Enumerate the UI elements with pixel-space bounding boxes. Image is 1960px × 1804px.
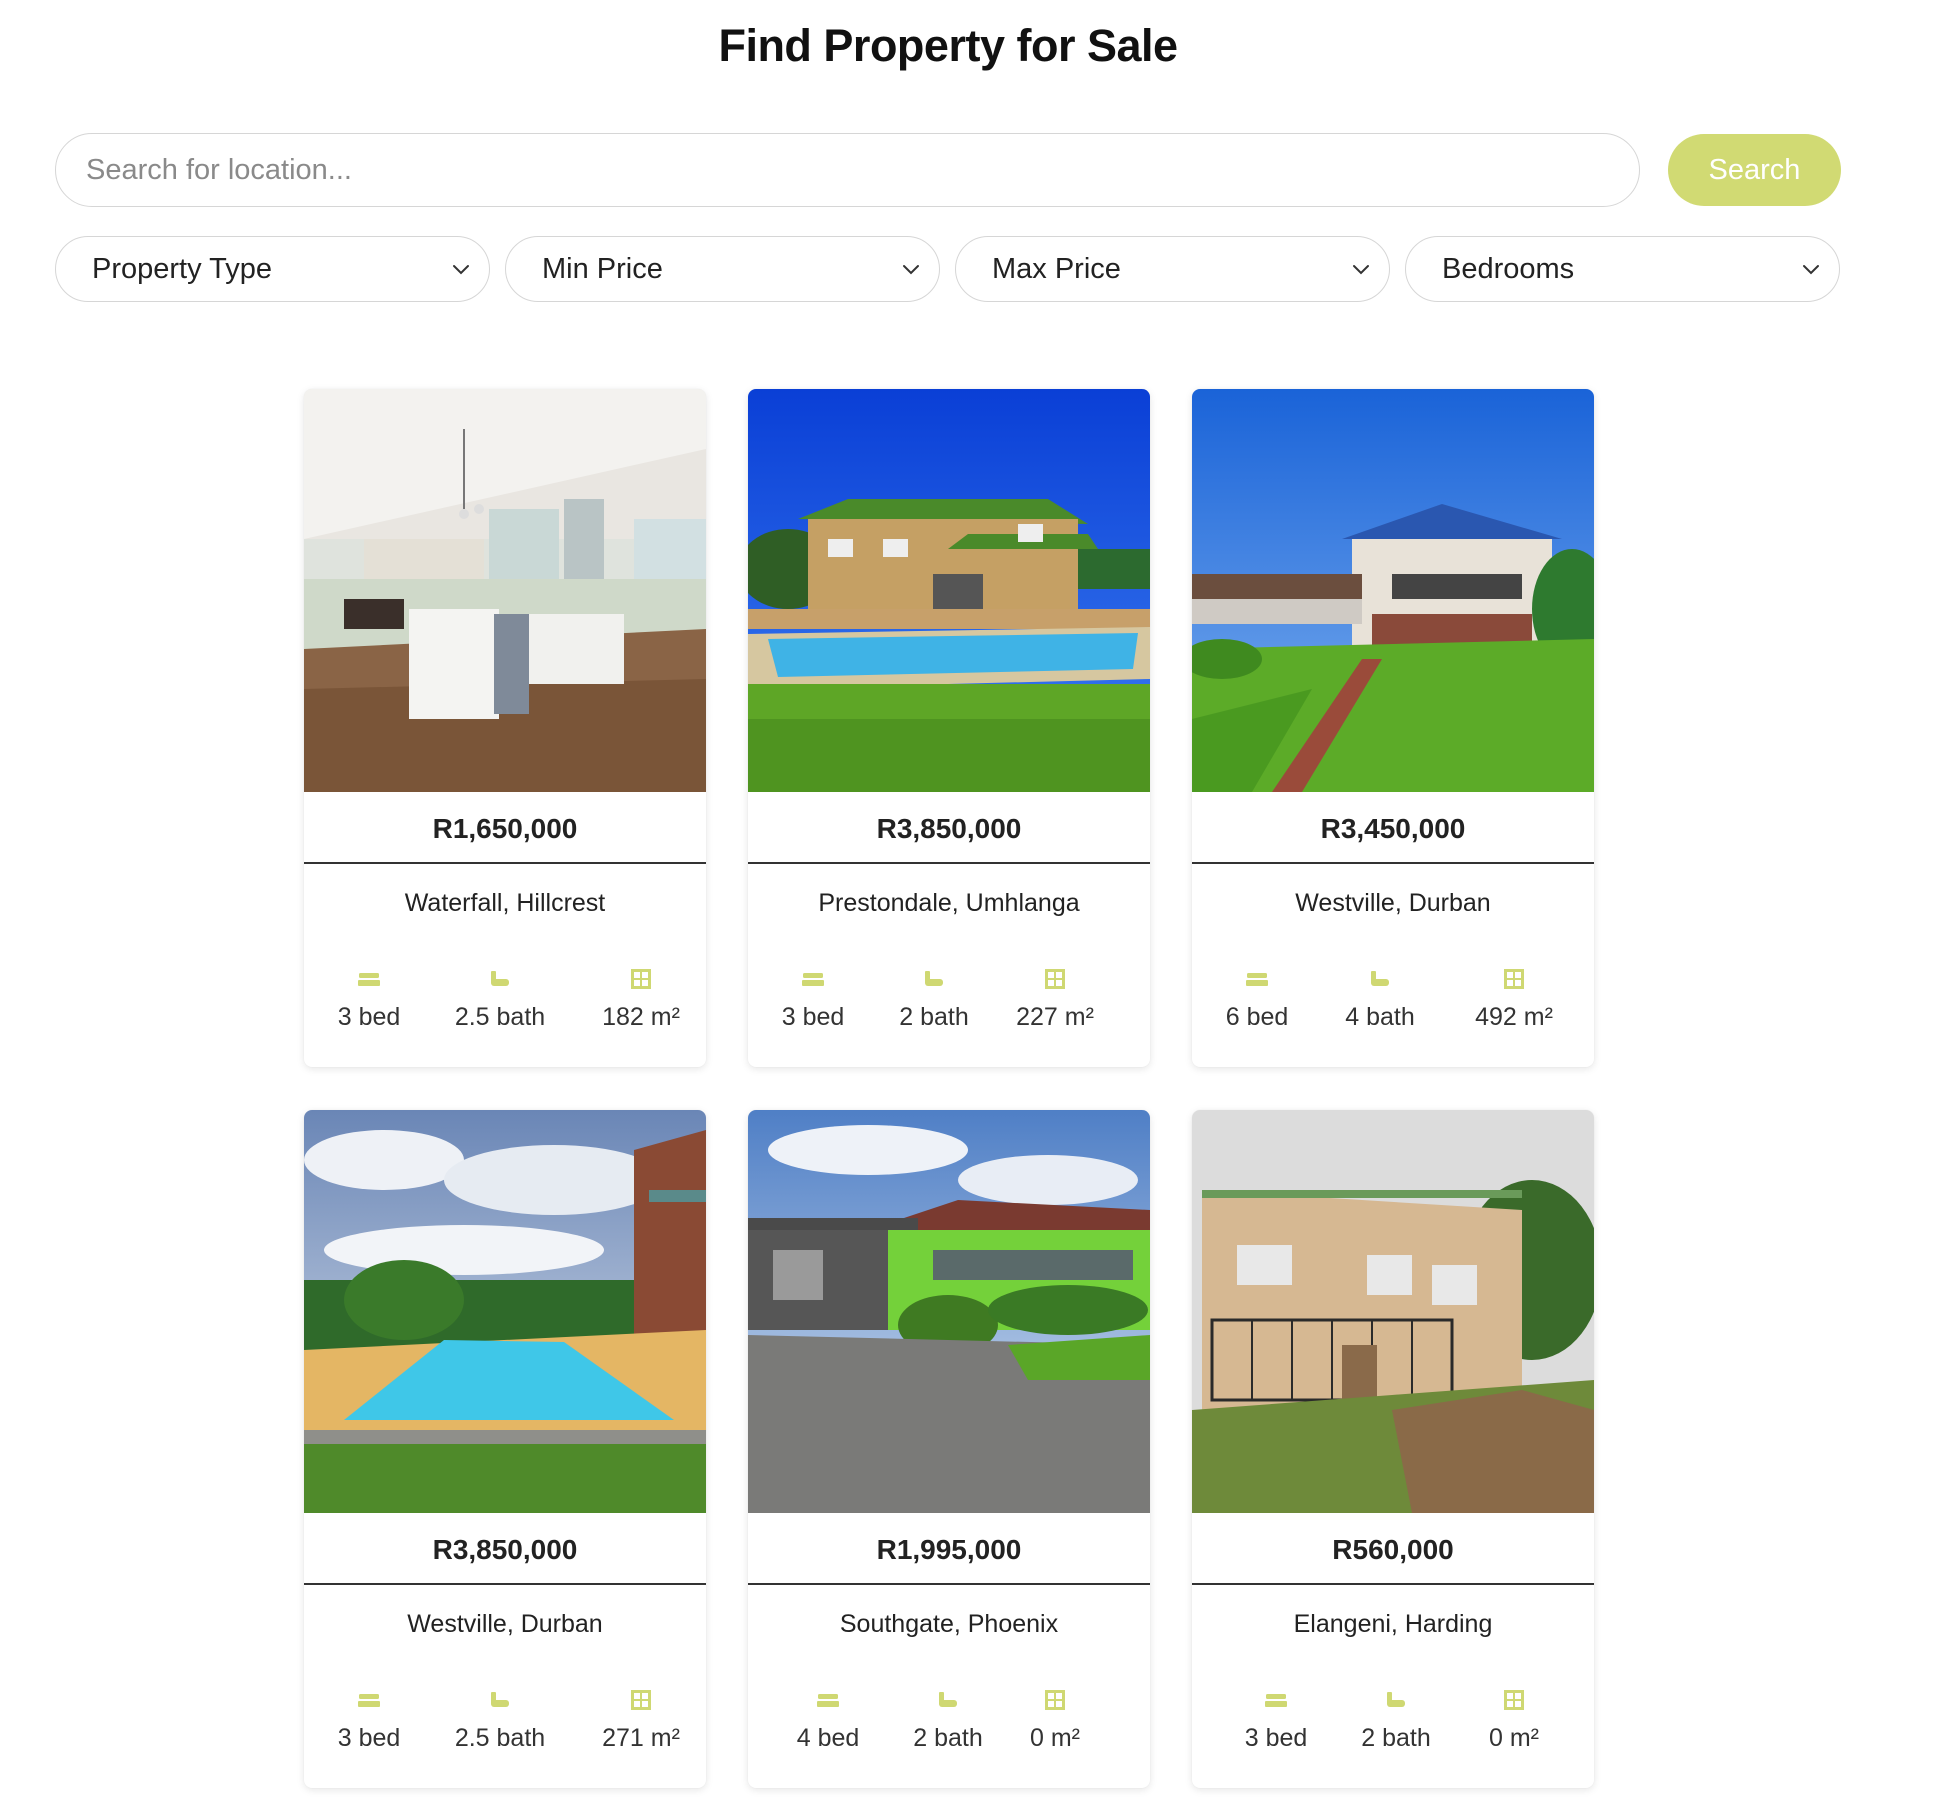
bed-count: 6 bed — [1192, 967, 1322, 1032]
bed-count-label: 3 bed — [337, 1003, 401, 1031]
bath-count: 2.5 bath — [435, 1688, 565, 1753]
listing-price: R3,450,000 — [1192, 792, 1594, 864]
floor-size-label: 271 m² — [602, 1724, 680, 1752]
search-bar: Search — [55, 133, 1841, 207]
floor-size: 0 m² — [1449, 1688, 1579, 1753]
listing-price: R560,000 — [1192, 1513, 1594, 1585]
bathtub-icon — [1371, 971, 1389, 986]
property-card[interactable]: R1,650,000 Waterfall, Hillcrest 3 bed 2.… — [304, 389, 706, 1067]
floor-size-label: 0 m² — [1030, 1724, 1080, 1752]
property-type-select[interactable]: Property Type — [55, 236, 490, 302]
bed-count: 4 bed — [763, 1688, 893, 1753]
listing-location: Elangeni, Harding — [1293, 1610, 1493, 1638]
bed-icon — [817, 1694, 839, 1707]
bathtub-icon — [925, 971, 943, 986]
bed-count: 3 bed — [1211, 1688, 1341, 1753]
min-price-select[interactable]: Min Price — [505, 236, 940, 302]
a-frame-house-photo[interactable] — [1192, 389, 1594, 792]
search-input[interactable] — [55, 133, 1640, 207]
page-title: Find Property for Sale — [718, 20, 1178, 71]
bathtub-icon — [939, 1692, 957, 1707]
bed-count: 3 bed — [304, 1688, 434, 1753]
property-card[interactable]: R3,850,000 Prestondale, Umhlanga 3 bed 2… — [748, 389, 1150, 1067]
bed-count-label: 4 bed — [796, 1724, 860, 1752]
floor-size: 0 m² — [990, 1688, 1120, 1753]
floor-size: 182 m² — [576, 967, 706, 1032]
bath-count: 2.5 bath — [435, 967, 565, 1032]
bed-count: 3 bed — [304, 967, 434, 1032]
bed-icon — [1265, 1694, 1287, 1707]
floor-plan-icon — [1045, 969, 1065, 989]
listing-price: R1,995,000 — [748, 1513, 1150, 1585]
filter-label: Max Price — [992, 252, 1121, 285]
kitchen-interior-photo[interactable] — [304, 389, 706, 792]
chevron-down-icon — [453, 265, 469, 275]
max-price-select[interactable]: Max Price — [955, 236, 1390, 302]
bath-count: 4 bath — [1315, 967, 1445, 1032]
bed-count: 3 bed — [748, 967, 878, 1032]
listing-price: R3,850,000 — [304, 1513, 706, 1585]
two-storey-block-photo[interactable] — [1192, 1110, 1594, 1513]
bed-count-label: 3 bed — [781, 1003, 845, 1031]
bed-icon — [802, 973, 824, 986]
floor-size-label: 0 m² — [1489, 1724, 1539, 1752]
floor-plan-icon — [1045, 1690, 1065, 1710]
floor-size-label: 492 m² — [1475, 1003, 1553, 1031]
chevron-down-icon — [1803, 265, 1819, 275]
bath-count: 2 bath — [1331, 1688, 1461, 1753]
chevron-down-icon — [903, 265, 919, 275]
bath-count-label: 2 bath — [899, 1003, 969, 1031]
floor-size-label: 182 m² — [602, 1003, 680, 1031]
floor-plan-icon — [631, 969, 651, 989]
bath-count-label: 2.5 bath — [454, 1724, 546, 1752]
bathtub-icon — [1387, 1692, 1405, 1707]
property-card[interactable]: R3,450,000 Westville, Durban 6 bed 4 bat… — [1192, 389, 1594, 1067]
listing-location: Prestondale, Umhlanga — [818, 889, 1080, 917]
floor-plan-icon — [1504, 969, 1524, 989]
filter-bar: Property Type Min Price Max Price Bedroo… — [55, 236, 1841, 302]
chevron-down-icon — [1353, 265, 1369, 275]
bathtub-icon — [491, 1692, 509, 1707]
bath-count-label: 2 bath — [1361, 1724, 1431, 1752]
floor-size: 271 m² — [576, 1688, 706, 1753]
listing-location: Westville, Durban — [1295, 889, 1491, 917]
filter-label: Bedrooms — [1442, 252, 1575, 285]
pool-deck-photo[interactable] — [304, 1110, 706, 1513]
bed-count-label: 6 bed — [1225, 1003, 1289, 1031]
listing-location: Waterfall, Hillcrest — [404, 889, 606, 917]
floor-size: 227 m² — [990, 967, 1120, 1032]
filter-label: Min Price — [542, 252, 663, 285]
search-button[interactable]: Search — [1668, 134, 1841, 206]
filter-label: Property Type — [92, 252, 273, 285]
bath-count-label: 4 bath — [1345, 1003, 1415, 1031]
property-card[interactable]: R560,000 Elangeni, Harding 3 bed 2 bath … — [1192, 1110, 1594, 1788]
house-with-pool-photo[interactable] — [748, 389, 1150, 792]
listing-location: Westville, Durban — [407, 1610, 603, 1638]
floor-plan-icon — [631, 1690, 651, 1710]
listing-price: R1,650,000 — [304, 792, 706, 864]
floor-plan-icon — [1504, 1690, 1524, 1710]
bed-icon — [358, 973, 380, 986]
listing-location: Southgate, Phoenix — [839, 1610, 1059, 1638]
property-card[interactable]: R1,995,000 Southgate, Phoenix 4 bed 2 ba… — [748, 1110, 1150, 1788]
property-card[interactable]: R3,850,000 Westville, Durban 3 bed 2.5 b… — [304, 1110, 706, 1788]
bathtub-icon — [491, 971, 509, 986]
listing-price: R3,850,000 — [748, 792, 1150, 864]
bath-count-label: 2.5 bath — [454, 1003, 546, 1031]
bed-count-label: 3 bed — [1244, 1724, 1308, 1752]
bed-icon — [1246, 973, 1268, 986]
floor-size: 492 m² — [1449, 967, 1579, 1032]
bed-icon — [358, 1694, 380, 1707]
green-house-carport-photo[interactable] — [748, 1110, 1150, 1513]
bath-count: 2 bath — [869, 967, 999, 1032]
floor-size-label: 227 m² — [1016, 1003, 1094, 1031]
bed-count-label: 3 bed — [337, 1724, 401, 1752]
bedrooms-select[interactable]: Bedrooms — [1405, 236, 1840, 302]
